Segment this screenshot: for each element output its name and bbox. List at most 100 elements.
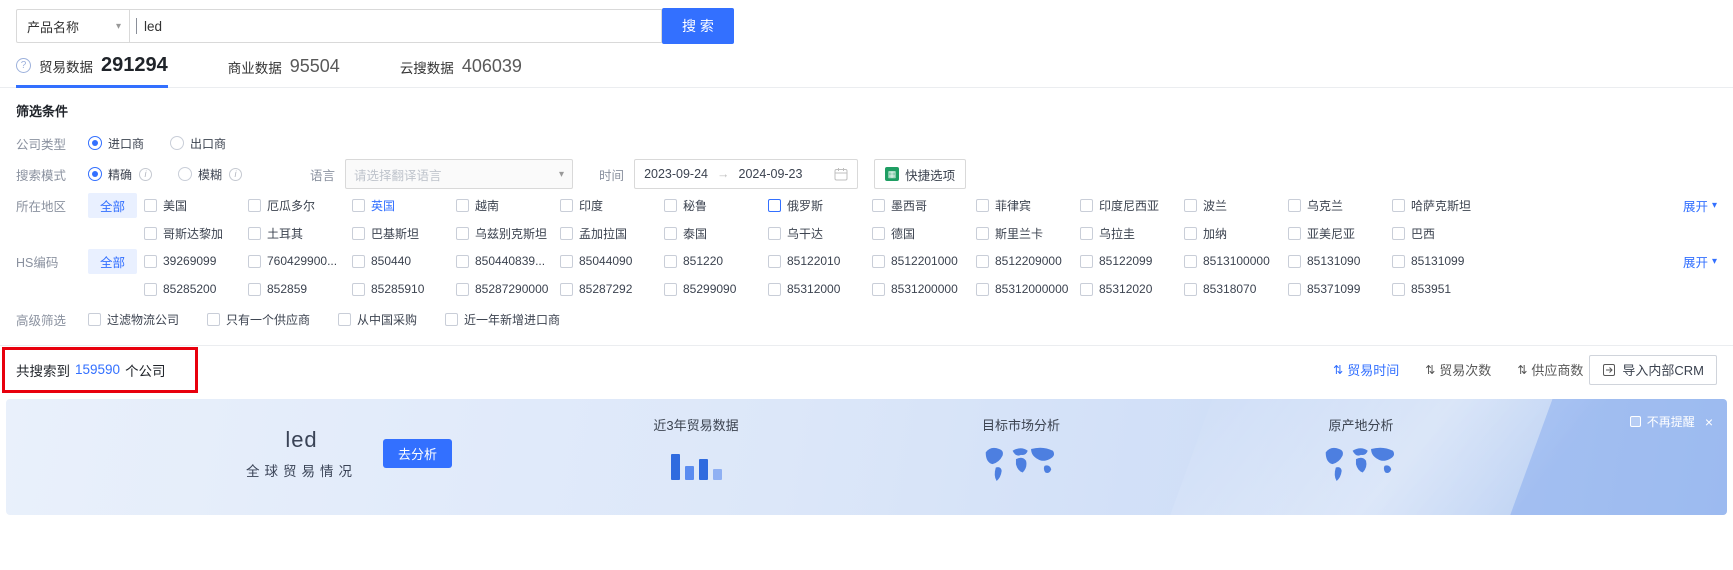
- region-checkbox-item[interactable]: 厄瓜多尔: [248, 197, 352, 214]
- region-checkbox-item[interactable]: 巴基斯坦: [352, 225, 456, 242]
- region-checkbox-item[interactable]: 乌克兰: [1288, 197, 1392, 214]
- checkbox-icon: [445, 312, 459, 326]
- checkbox-label: 8531200000: [891, 282, 958, 296]
- hscode-checkbox-item[interactable]: 850440: [352, 254, 456, 268]
- hscode-checkbox-item[interactable]: 85285910: [352, 282, 456, 296]
- search-mode-radio[interactable]: 精确 i: [88, 166, 153, 183]
- hscode-checkbox-item[interactable]: 85287292: [560, 282, 664, 296]
- region-checkbox-item[interactable]: 越南: [456, 197, 560, 214]
- tab-cloud-search-data[interactable]: 云搜数据 406039: [400, 56, 522, 87]
- language-select[interactable]: 请选择翻译语言 ▾: [345, 159, 574, 189]
- checkbox-icon: [1392, 226, 1405, 240]
- advanced-checkbox-item[interactable]: 只有一个供应商: [207, 311, 310, 328]
- region-checkbox-item[interactable]: 印度: [560, 197, 664, 214]
- region-checkbox-item[interactable]: 斯里兰卡: [976, 225, 1080, 242]
- quick-options-button[interactable]: ▦ 快捷选项: [874, 159, 967, 189]
- hscode-checkbox-item[interactable]: 853951: [1392, 282, 1496, 296]
- advanced-filter-options: 过滤物流公司 只有一个供应商 从中国采购 近一年新增进口商: [88, 311, 588, 328]
- search-button[interactable]: 搜 索: [662, 8, 734, 44]
- advanced-checkbox-item[interactable]: 过滤物流公司: [88, 311, 179, 328]
- hscode-all-tag[interactable]: 全部: [88, 248, 138, 274]
- region-checkbox-item[interactable]: 俄罗斯: [768, 197, 872, 214]
- checkbox-icon: [1080, 198, 1093, 212]
- hscode-checkbox-item[interactable]: 8512209000: [976, 254, 1080, 268]
- hscode-checkbox-item[interactable]: 8512201000: [872, 254, 976, 268]
- region-checkbox-item[interactable]: 土耳其: [248, 225, 352, 242]
- chevron-down-icon: ▾: [115, 20, 121, 32]
- hscode-checkbox-item[interactable]: 85044090: [560, 254, 664, 268]
- region-checkbox-item[interactable]: 波兰: [1184, 197, 1288, 214]
- region-checkbox-item[interactable]: 印度尼西亚: [1080, 197, 1184, 214]
- world-map-icon: [951, 444, 1091, 491]
- hscode-checkbox-item[interactable]: 85287290000: [456, 282, 560, 296]
- hscode-checkbox-item[interactable]: 85131090: [1288, 254, 1392, 268]
- region-checkbox-item[interactable]: 泰国: [664, 225, 768, 242]
- hscode-checkbox-item[interactable]: 85299090: [664, 282, 768, 296]
- hscode-checkbox-item[interactable]: 850440839...: [456, 254, 560, 268]
- hscode-checkbox-item[interactable]: 85131099: [1392, 254, 1496, 268]
- region-expand-link[interactable]: 展开 ▾: [1683, 196, 1717, 215]
- radio-icon: [88, 136, 102, 150]
- hscode-checkbox-item[interactable]: 760429900...: [248, 254, 352, 268]
- checkbox-label: 哈萨克斯坦: [1411, 198, 1472, 213]
- dismiss-banner-control[interactable]: 不再提醒 ×: [1629, 413, 1713, 430]
- close-icon[interactable]: ×: [1705, 414, 1713, 430]
- hscode-checkbox-item[interactable]: 85312000000: [976, 282, 1080, 296]
- company-type-radio[interactable]: 出口商: [170, 135, 226, 152]
- hscode-expand-link[interactable]: 展开 ▾: [1683, 252, 1717, 271]
- crm-import-button[interactable]: 导入内部CRM: [1589, 354, 1717, 385]
- tab-trade-data[interactable]: ? 贸易数据 291294: [16, 54, 168, 88]
- region-all-tag[interactable]: 全部: [88, 192, 138, 218]
- hscode-checkbox-item[interactable]: 85312000: [768, 282, 872, 296]
- hscode-checkbox-item[interactable]: 85122010: [768, 254, 872, 268]
- region-checkbox-item[interactable]: 英国: [352, 197, 456, 214]
- hscode-checkbox-item[interactable]: 8531200000: [872, 282, 976, 296]
- search-mode-radio[interactable]: 模糊 i: [178, 166, 243, 183]
- tab-business-data[interactable]: 商业数据 95504: [228, 56, 340, 87]
- hscode-checkbox-item[interactable]: 85312020: [1080, 282, 1184, 296]
- checkbox-label: 85131090: [1307, 254, 1361, 268]
- hscode-checkbox-item[interactable]: 39269099: [144, 254, 248, 268]
- sort-option[interactable]: ⇅ 贸易次数: [1425, 360, 1491, 379]
- hscode-checkbox-item[interactable]: 852859: [248, 282, 352, 296]
- hscode-checkbox-item[interactable]: 851220: [664, 254, 768, 268]
- date-range-picker[interactable]: 2023-09-24 → 2024-09-23: [634, 159, 859, 189]
- region-checkbox-item[interactable]: 乌兹别克斯坦: [456, 225, 560, 242]
- hscode-checkbox-item[interactable]: 8513100000: [1184, 254, 1288, 268]
- banner-card-origin-analysis[interactable]: 原产地分析: [1291, 415, 1431, 491]
- hscode-checkbox-item[interactable]: 85318070: [1184, 282, 1288, 296]
- checkbox-icon: [456, 282, 469, 296]
- region-checkbox-item[interactable]: 巴西: [1392, 225, 1496, 242]
- region-checkbox-item[interactable]: 墨西哥: [872, 197, 976, 214]
- region-checkbox-item[interactable]: 乌干达: [768, 225, 872, 242]
- excel-grid-icon: ▦: [885, 167, 900, 181]
- crm-import-label: 导入内部CRM: [1622, 363, 1704, 378]
- data-source-tabs: ? 贸易数据 291294 商业数据 95504 云搜数据 406039: [0, 44, 1733, 88]
- region-checkbox-item[interactable]: 美国: [144, 197, 248, 214]
- results-count-text: 共搜索到 159590 个公司: [16, 360, 166, 380]
- region-checkbox-item[interactable]: 亚美尼亚: [1288, 225, 1392, 242]
- hscode-checkbox-item[interactable]: 85285200: [144, 282, 248, 296]
- region-checkbox-item[interactable]: 德国: [872, 225, 976, 242]
- sort-option[interactable]: ⇅ 供应商数: [1517, 360, 1583, 379]
- region-checkbox-item[interactable]: 菲律宾: [976, 197, 1080, 214]
- hscode-checkbox-item[interactable]: 85122099: [1080, 254, 1184, 268]
- region-checkbox-item[interactable]: 乌拉圭: [1080, 225, 1184, 242]
- analyze-button[interactable]: 去分析: [383, 439, 453, 468]
- advanced-checkbox-item[interactable]: 近一年新增进口商: [445, 311, 560, 328]
- company-type-radio[interactable]: 进口商: [88, 135, 144, 152]
- region-checkbox-item[interactable]: 加纳: [1184, 225, 1288, 242]
- banner-card-trade-data[interactable]: 近3年贸易数据: [626, 415, 766, 480]
- search-category-select[interactable]: 产品名称 ▾: [16, 9, 130, 43]
- region-checkbox-item[interactable]: 孟加拉国: [560, 225, 664, 242]
- banner-card-target-market[interactable]: 目标市场分析: [951, 415, 1091, 491]
- region-checkbox-item[interactable]: 哈萨克斯坦: [1392, 197, 1496, 214]
- hscode-checkbox-item[interactable]: 85371099: [1288, 282, 1392, 296]
- advanced-checkbox-item[interactable]: 从中国采购: [338, 311, 417, 328]
- sort-option[interactable]: ⇅ 贸易时间: [1333, 360, 1399, 379]
- checkbox-icon: [768, 282, 781, 296]
- search-input[interactable]: led: [130, 9, 662, 43]
- region-checkbox-item[interactable]: 秘鲁: [664, 197, 768, 214]
- region-checkbox-item[interactable]: 哥斯达黎加: [144, 225, 248, 242]
- language-label: 语言: [310, 168, 336, 183]
